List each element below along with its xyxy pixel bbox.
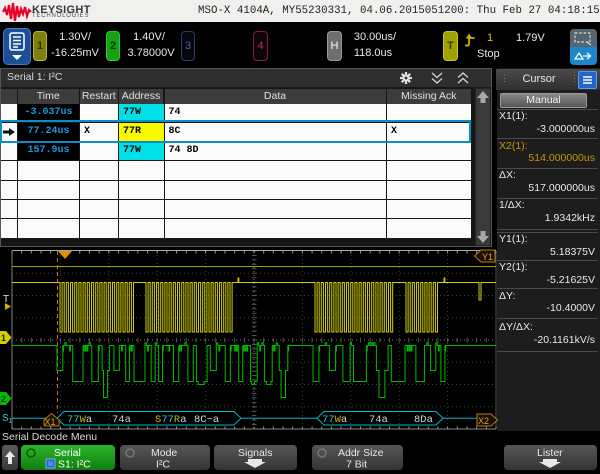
svg-text:X2: X2 <box>478 416 489 426</box>
svg-text:77Wa: 77Wa <box>322 414 347 426</box>
svg-text:77Wa: 77Wa <box>67 414 92 426</box>
svg-text:I²C: I²C <box>156 459 170 471</box>
svg-text:S77Ra: S77Ra <box>155 414 187 426</box>
svg-text:Signals: Signals <box>238 447 272 459</box>
svg-text:Lister: Lister <box>537 447 563 459</box>
svg-text:X1: X1 <box>45 417 56 427</box>
svg-text:2: 2 <box>1 394 6 404</box>
svg-text:S1: S1 <box>2 413 13 425</box>
svg-text:8Da: 8Da <box>414 414 433 426</box>
svg-text:Y1: Y1 <box>482 252 493 262</box>
svg-text:Serial: Serial <box>54 447 81 459</box>
svg-text:74a: 74a <box>369 414 388 426</box>
svg-text:7 Bit: 7 Bit <box>346 459 367 471</box>
svg-text:74a: 74a <box>112 414 131 426</box>
svg-text:1: 1 <box>1 333 6 343</box>
svg-text:T: T <box>3 294 9 305</box>
svg-text:Mode: Mode <box>151 447 177 459</box>
svg-text:Addr Size: Addr Size <box>338 447 384 459</box>
svg-text:8C~a: 8C~a <box>194 414 219 426</box>
svg-text:S1: I²C: S1: I²C <box>58 459 91 471</box>
